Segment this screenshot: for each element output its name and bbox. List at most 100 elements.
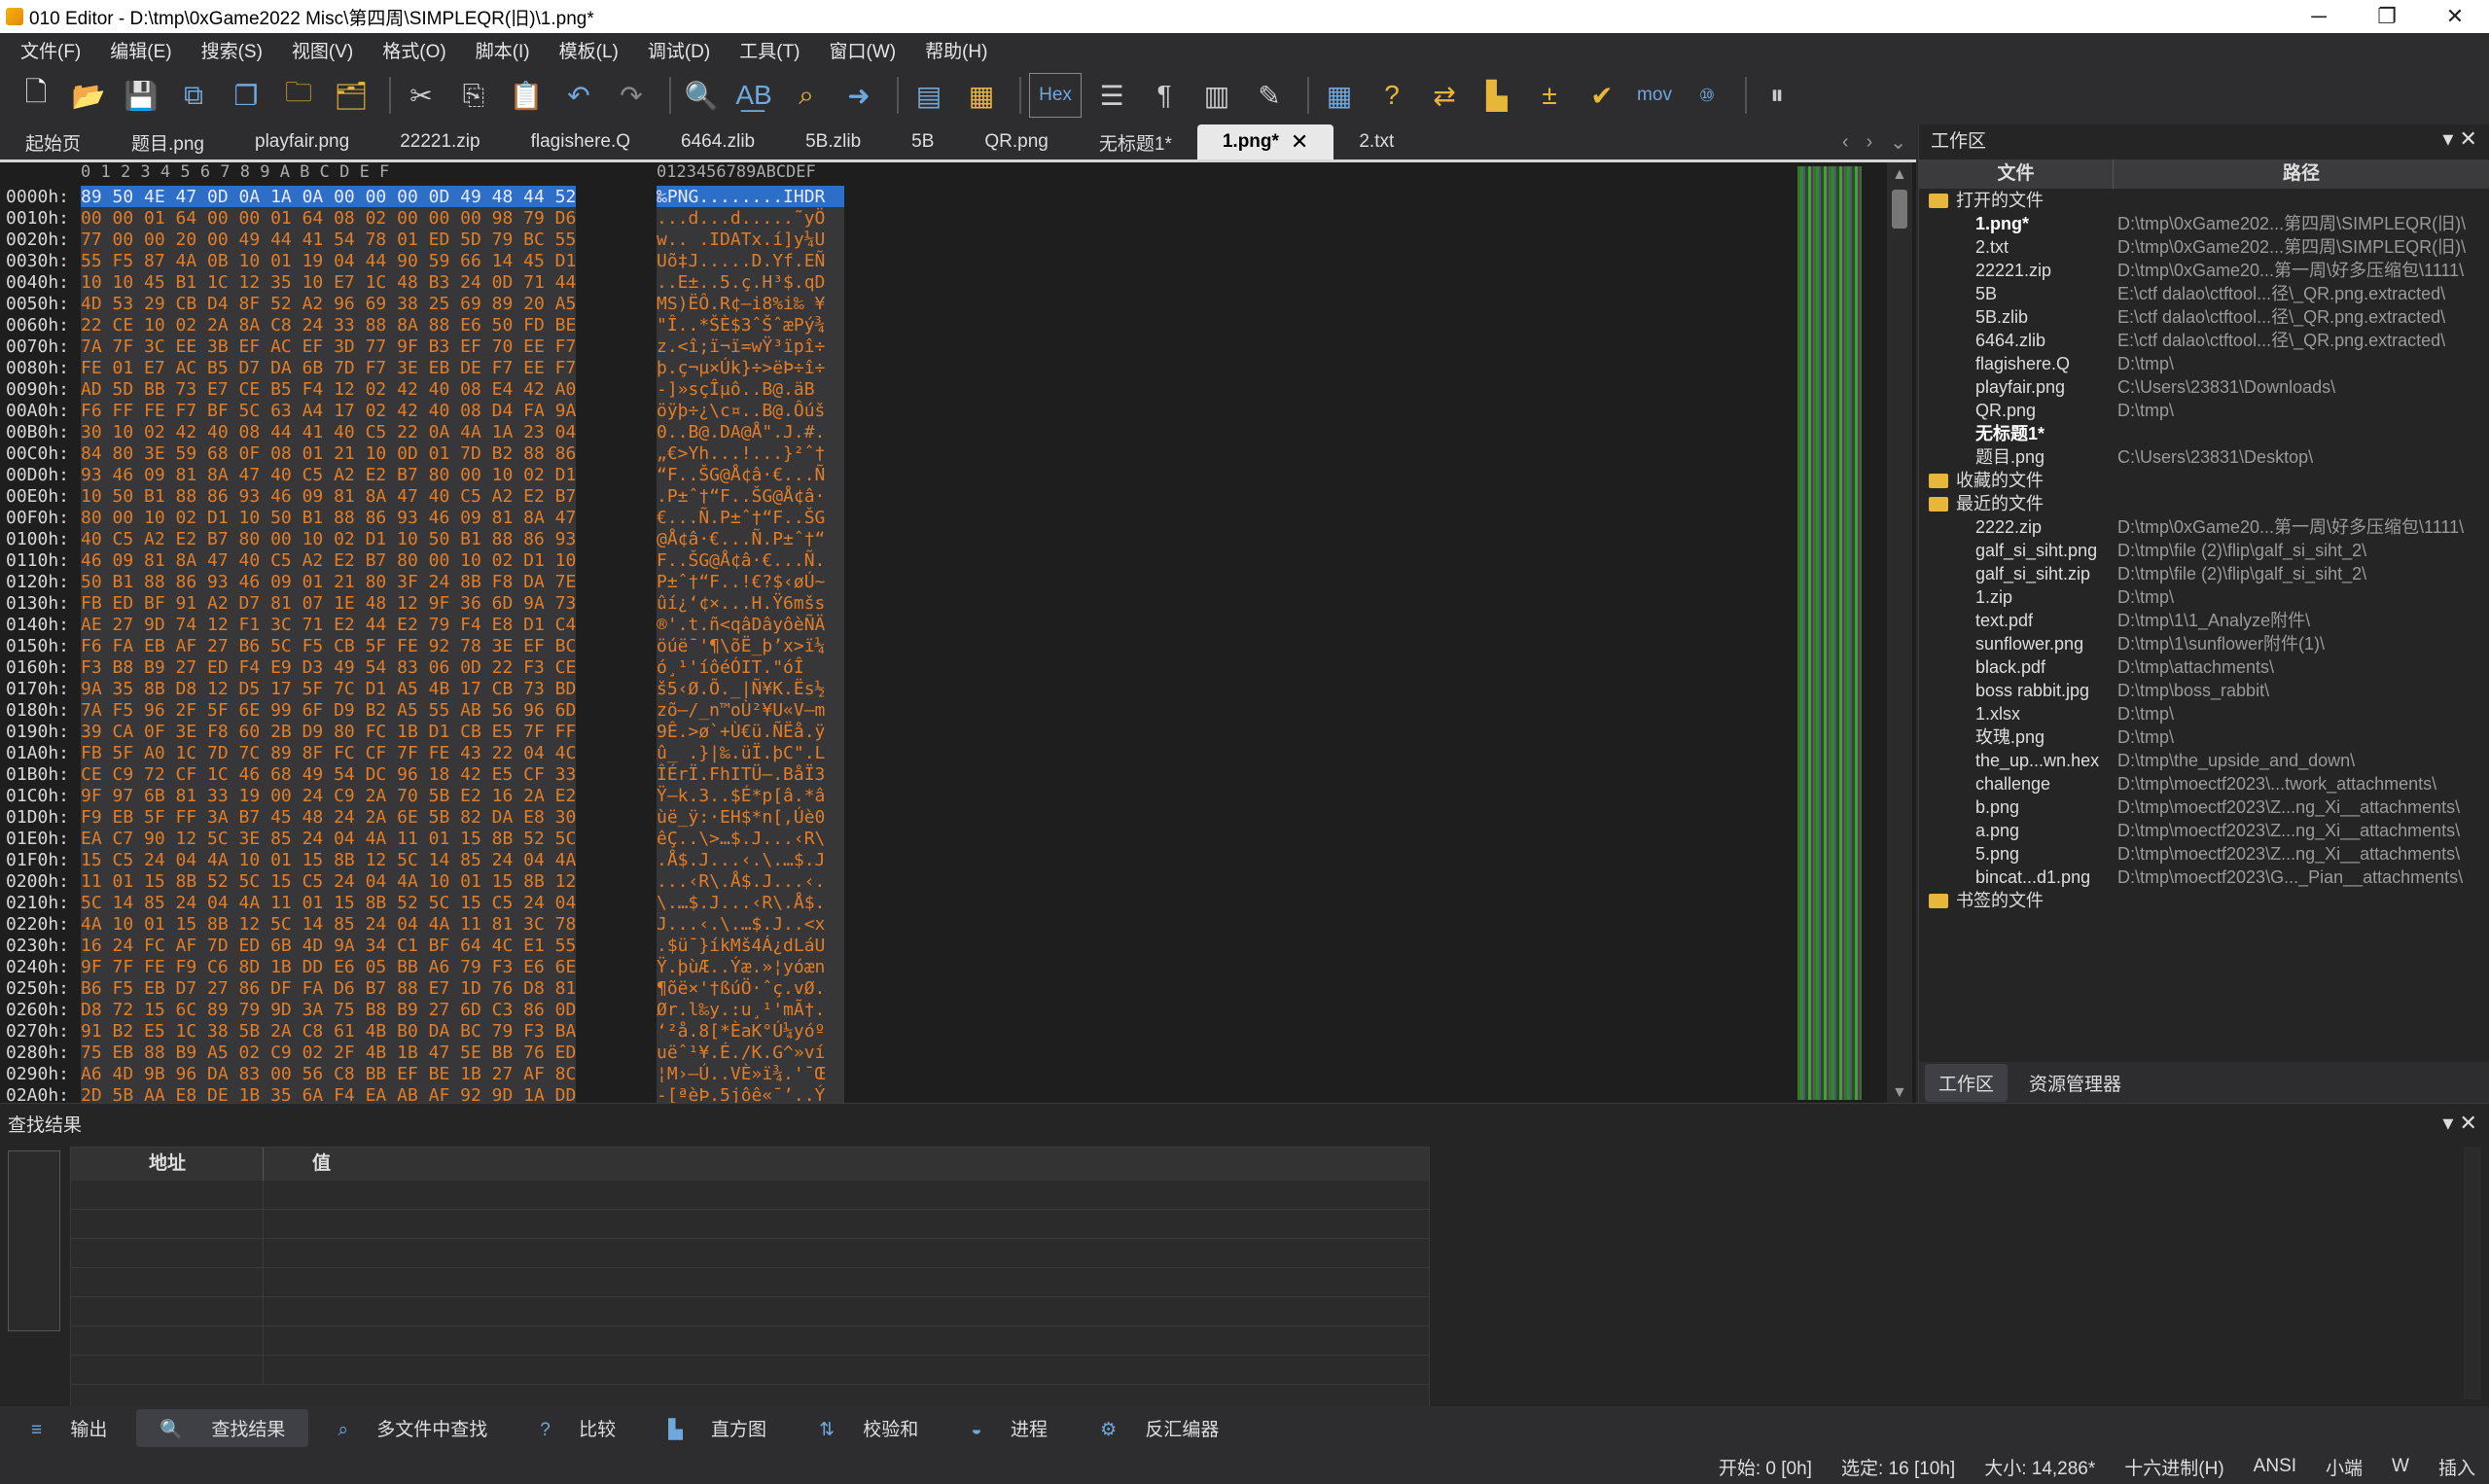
tree-file-row[interactable]: challenge D:\tmp\moectf2023\...twork_atta…: [1919, 772, 2489, 795]
open-icon[interactable]: 📂: [66, 73, 111, 118]
run-template-icon[interactable]: ▦: [959, 73, 1004, 118]
copy-icon[interactable]: ⎘: [451, 73, 496, 118]
hex-ascii[interactable]: F..ŠG@Å¢â·€...Ñ.: [657, 549, 844, 573]
hex-bytes[interactable]: 9F 7F FE F9 C6 8D 1B DD E6 05 BB A6 79 F…: [81, 956, 577, 979]
tree-file-row[interactable]: galf_si_siht.png D:\tmp\file (2)\flip\gal…: [1919, 539, 2489, 562]
hex-bytes[interactable]: 89 50 4E 47 0D 0A 1A 0A 00 00 00 0D 49 4…: [81, 186, 577, 209]
tree-file-row[interactable]: galf_si_siht.zip D:\tmp\file (2)\flip\gal…: [1919, 562, 2489, 585]
hex-ascii[interactable]: w.. .IDATx.í]y¼U: [657, 229, 844, 252]
find-scrollbar[interactable]: [2464, 1147, 2481, 1399]
columns-icon[interactable]: ☰: [1089, 73, 1134, 118]
open-folder-icon[interactable]: 🗀: [276, 73, 321, 118]
tree-group[interactable]: 书签的文件: [1919, 889, 2489, 912]
hex-ascii[interactable]: ÎÉrÏ.FhITÜ–.BåÏ3: [657, 763, 844, 787]
hex-ascii[interactable]: @Å¢â·€...Ñ.P±ˆ†“: [657, 528, 844, 551]
bottom-tab[interactable]: ? 比较: [516, 1409, 639, 1447]
tab-next-icon[interactable]: ›: [1867, 131, 1873, 154]
hex-ascii[interactable]: Ÿ—k.3..$É*p[â.*â: [657, 785, 844, 808]
mov-icon[interactable]: mov: [1632, 73, 1677, 118]
hex-ascii[interactable]: Uõ‡J.....D.Yf.EÑ: [657, 250, 844, 273]
hex-bytes[interactable]: 5C 14 85 24 04 4A 11 01 15 8B 52 5C 15 C…: [81, 892, 577, 915]
status-encoding[interactable]: ANSI: [2254, 1456, 2296, 1477]
tab-prev-icon[interactable]: ‹: [1842, 131, 1849, 154]
tree-file-row[interactable]: 无标题1*: [1919, 422, 2489, 445]
tree-group[interactable]: 最近的文件: [1919, 492, 2489, 515]
column-address[interactable]: 地址: [71, 1148, 264, 1181]
menu-item[interactable]: 窗口(W): [815, 37, 911, 63]
bottom-tab[interactable]: ⌕ 多文件中查找: [314, 1409, 511, 1447]
tab-file[interactable]: 1.png* ✕: [1196, 124, 1334, 159]
bottom-tab[interactable]: ▙ 直方图: [645, 1409, 790, 1447]
hex-ascii[interactable]: z.<î;ï¬ï=wŸ³ïpî÷: [657, 336, 844, 359]
hex-bytes[interactable]: D8 72 15 6C 89 79 9D 3A 75 B8 B9 27 6D C…: [81, 999, 577, 1022]
tree-file-row[interactable]: 6464.zlib E:\ctf dalao\ctftool...径\_QR.pn…: [1919, 329, 2489, 352]
column-file[interactable]: 文件: [1919, 159, 2114, 189]
hex-toggle-button[interactable]: Hex: [1029, 73, 1082, 118]
bottom-tab[interactable]: 🔍 查找结果: [136, 1408, 309, 1447]
tree-file-row[interactable]: sunflower.png D:\tmp\1\sunflower附件(1)\: [1919, 632, 2489, 655]
inspector-icon[interactable]: ?: [1369, 73, 1414, 118]
paste-icon[interactable]: 📋: [504, 73, 549, 118]
hex-bytes[interactable]: A6 4D 9B 96 DA 83 00 56 C8 BB EF BE 1B 2…: [81, 1063, 577, 1086]
hex-ascii[interactable]: uëˆ¹¥.É./K.G^»ví: [657, 1042, 844, 1065]
editor-scrollbar[interactable]: ▲ ▼: [1887, 162, 1912, 1106]
find-results-table[interactable]: 地址 值: [70, 1147, 1430, 1411]
hex-ascii[interactable]: zõ–/_n™oÙ²¥U«V–m: [657, 699, 844, 723]
tree-file-row[interactable]: 1.zip D:\tmp\: [1919, 585, 2489, 609]
undo-icon[interactable]: ↶: [556, 73, 601, 118]
hex-ascii[interactable]: ‰PNG........IHDR: [657, 186, 844, 209]
tree-file-row[interactable]: 22221.zip D:\tmp\0xGame20...第一周\好多压缩包\111…: [1919, 259, 2489, 282]
tab-file[interactable]: 5B.zlib: [780, 124, 886, 159]
scroll-up-icon[interactable]: ▲: [1892, 166, 1907, 184]
tree-file-row[interactable]: 5B.zlib E:\ctf dalao\ctftool...径\_QR.png.…: [1919, 305, 2489, 329]
tree-file-row[interactable]: playfair.png C:\Users\23831\Downloads\: [1919, 375, 2489, 399]
tab-file[interactable]: QR.png: [959, 124, 1073, 159]
hex-bytes[interactable]: 10 50 B1 88 86 93 46 09 81 8A 47 40 C5 A…: [81, 485, 577, 509]
hex-ascii[interactable]: ®'.t.ñ<qâDâyôèÑÄ: [657, 614, 844, 637]
hex-bytes[interactable]: 93 46 09 81 8A 47 40 C5 A2 E2 B7 80 00 1…: [81, 464, 577, 487]
base-convert-icon[interactable]: ⑩: [1685, 73, 1729, 118]
hex-bytes[interactable]: 84 80 3E 59 68 0F 08 01 21 10 0D 01 7D B…: [81, 442, 577, 466]
menu-item[interactable]: 模板(L): [545, 37, 633, 63]
tab-file[interactable]: 6464.zlib: [656, 124, 780, 159]
hex-bytes[interactable]: FE 01 E7 AC B5 D7 DA 6B 7D F7 3E EB DE F…: [81, 357, 577, 380]
hex-bytes[interactable]: 00 00 01 64 00 00 01 64 08 02 00 00 00 9…: [81, 207, 577, 230]
bottom-tab[interactable]: ◒ 进程: [947, 1409, 1071, 1447]
scroll-down-icon[interactable]: ▼: [1892, 1084, 1907, 1102]
tree-file-row[interactable]: 5.png D:\tmp\moectf2023\Z...ng_Xi__attach…: [1919, 842, 2489, 866]
tab-file[interactable]: 无标题1*: [1074, 124, 1197, 159]
hex-bytes[interactable]: AD 5D BB 73 E7 CE B5 F4 12 02 42 40 08 E…: [81, 378, 577, 402]
hex-bytes[interactable]: 40 C5 A2 E2 B7 80 00 10 02 D1 10 50 B1 8…: [81, 528, 577, 551]
tab-file[interactable]: 起始页: [0, 124, 106, 159]
hex-bytes[interactable]: AE 27 9D 74 12 F1 3C 71 E2 44 E2 79 F4 E…: [81, 614, 577, 637]
hex-ascii[interactable]: „€>Yh...!...}²ˆ†: [657, 442, 844, 466]
hex-bytes[interactable]: 75 EB 88 B9 A5 02 C9 02 2F 4B 1B 47 5E B…: [81, 1042, 577, 1065]
hex-ascii[interactable]: ùë_ÿ:·EH$*n[‚Úè0: [657, 806, 844, 830]
menu-item[interactable]: 文件(F): [6, 37, 95, 63]
tab-file[interactable]: 2.txt: [1333, 124, 1419, 159]
hex-ascii[interactable]: ó¸¹'íôéÓIT."óÎ: [657, 656, 844, 680]
hex-ascii[interactable]: ...‹R\.Å$.J...‹.: [657, 870, 844, 894]
split-icon[interactable]: ▥: [1194, 73, 1239, 118]
tree-file-row[interactable]: a.png D:\tmp\moectf2023\Z...ng_Xi__attach…: [1919, 819, 2489, 842]
bottom-tab[interactable]: ⇅ 校验和: [796, 1409, 942, 1447]
hex-ascii[interactable]: P±ˆ†“F..!€?$‹øÚ~: [657, 571, 844, 594]
hex-ascii[interactable]: û_ .}|‰.üÏ.þC".L: [657, 742, 844, 765]
hex-ascii[interactable]: Ÿ.þùÆ..Ýæ.»¦yóæn: [657, 956, 844, 979]
highlight-icon[interactable]: ✎: [1247, 73, 1292, 118]
status-mode[interactable]: 十六进制(H): [2124, 1454, 2223, 1480]
tab-file[interactable]: 题目.png: [106, 124, 230, 159]
hex-ascii[interactable]: êÇ..\>…$.J...‹R\: [657, 828, 844, 851]
redo-icon[interactable]: ↷: [609, 73, 654, 118]
hex-bytes[interactable]: EA C7 90 12 5C 3E 85 24 04 4A 11 01 15 8…: [81, 828, 577, 851]
hex-ascii[interactable]: ûí¿‘¢×...H.Ÿ6mšs: [657, 592, 844, 616]
hex-bytes[interactable]: 77 00 00 20 00 49 44 41 54 78 01 ED 5D 7…: [81, 229, 577, 252]
bottom-tab[interactable]: ≡ 输出: [8, 1409, 130, 1447]
tab-file[interactable]: 5B: [886, 124, 959, 159]
histogram-icon[interactable]: ▙: [1475, 73, 1519, 118]
calculator-icon[interactable]: ▦: [1317, 73, 1362, 118]
replace-icon[interactable]: A͟B: [731, 73, 776, 118]
find-close-icon[interactable]: ▾ ✕: [2442, 1111, 2477, 1136]
hex-ascii[interactable]: MS)ËÔ.R¢–i8%i‰ ¥: [657, 293, 844, 316]
tree-file-row[interactable]: 玫瑰.png D:\tmp\: [1919, 725, 2489, 749]
